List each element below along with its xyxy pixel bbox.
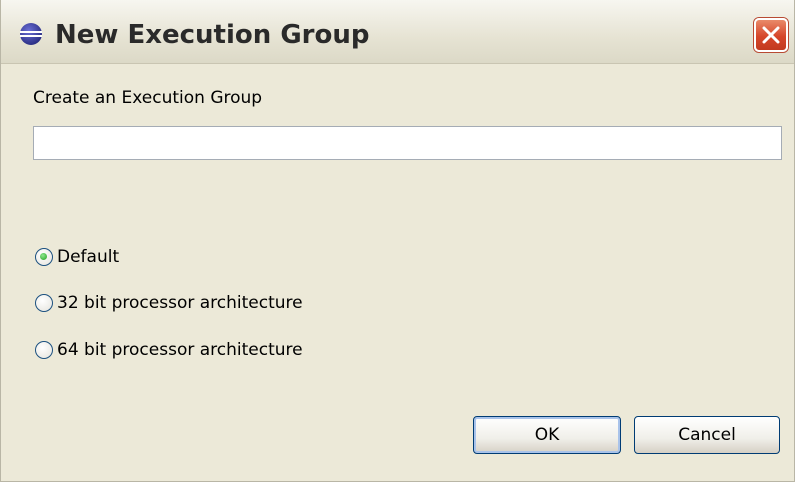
radio-unselected-icon[interactable]: [35, 341, 53, 359]
radio-selected-icon[interactable]: [35, 248, 53, 266]
cancel-button[interactable]: Cancel: [634, 416, 780, 454]
prompt-label: Create an Execution Group: [33, 88, 263, 108]
radio-64bit-label: 64 bit processor architecture: [57, 340, 303, 360]
radio-32bit[interactable]: 32 bit processor architecture: [35, 291, 303, 315]
title-bar[interactable]: New Execution Group: [1, 0, 794, 64]
dialog-window: New Execution Group Create an Execution …: [0, 0, 795, 482]
radio-dot: [40, 253, 47, 260]
close-button[interactable]: [754, 18, 788, 52]
dialog-title: New Execution Group: [55, 20, 370, 50]
radio-default-label: Default: [57, 247, 120, 267]
radio-32bit-label: 32 bit processor architecture: [57, 293, 303, 313]
dialog-content: Create an Execution Group Default 32 bit…: [1, 64, 794, 481]
ok-button[interactable]: OK: [473, 416, 621, 454]
eclipse-icon: [19, 22, 43, 46]
radio-64bit[interactable]: 64 bit processor architecture: [35, 338, 303, 362]
radio-default[interactable]: Default: [35, 245, 119, 269]
radio-unselected-icon[interactable]: [35, 294, 53, 312]
execution-group-name-input[interactable]: [33, 126, 782, 160]
